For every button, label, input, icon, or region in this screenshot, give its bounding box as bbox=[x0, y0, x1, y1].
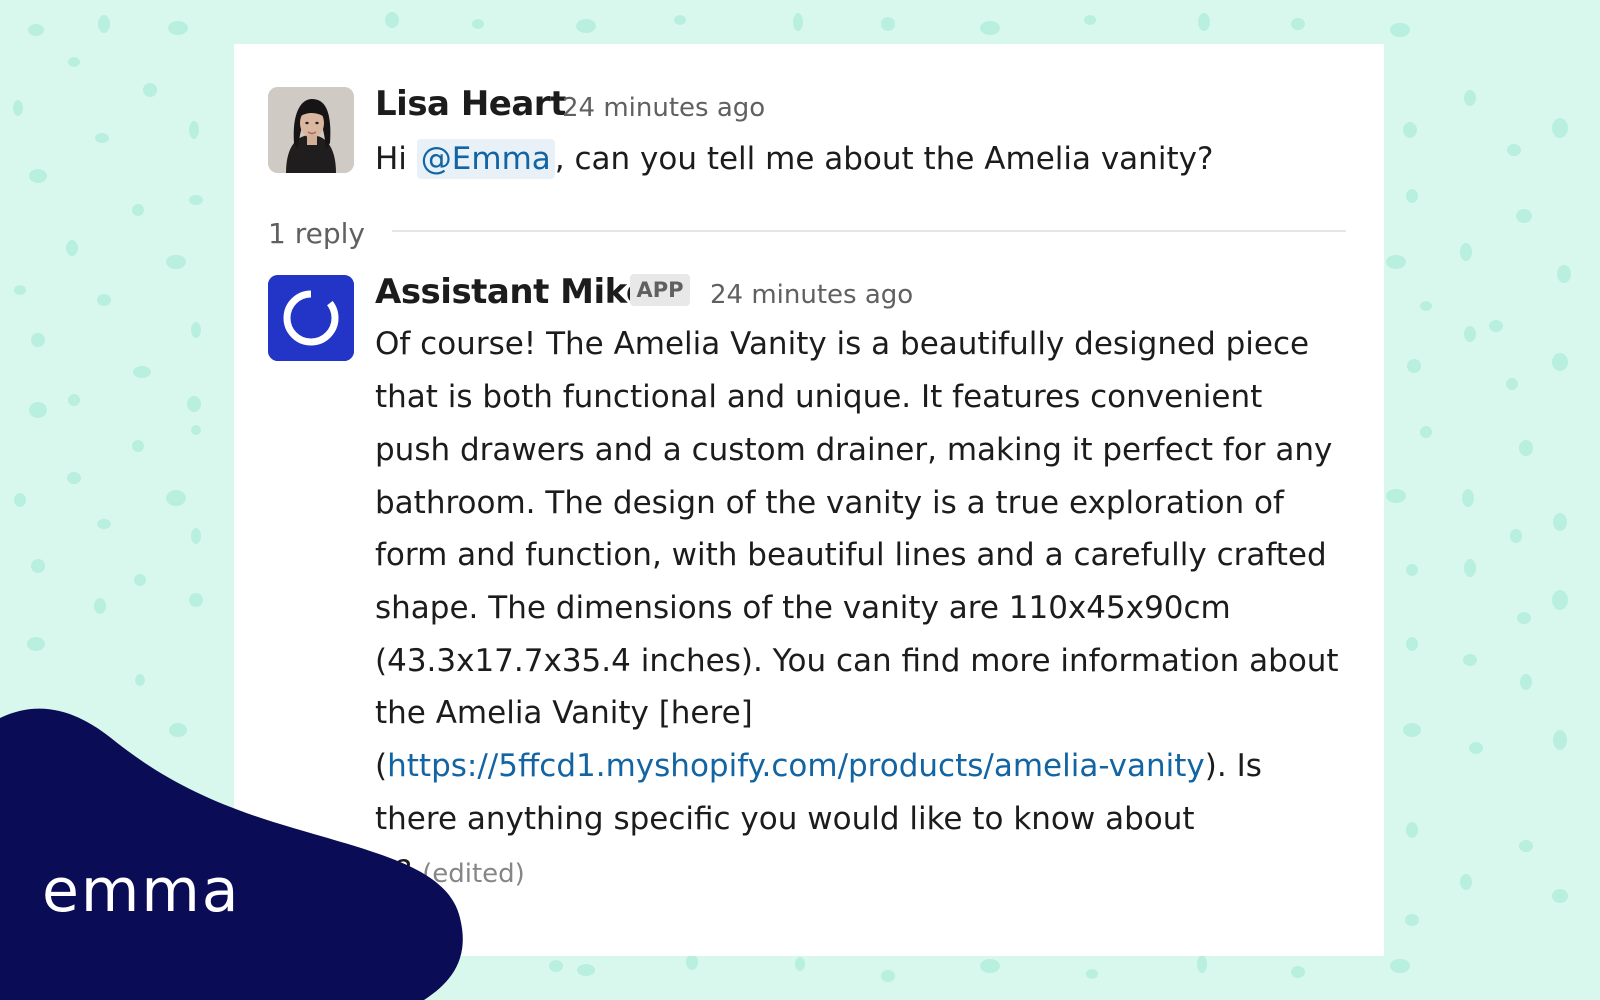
message-timestamp[interactable]: 24 minutes ago bbox=[562, 88, 765, 128]
reply-count[interactable]: 1 reply bbox=[268, 214, 365, 254]
message-line: shape. The dimensions of the vanity are … bbox=[375, 590, 1231, 626]
edited-label: (edited) bbox=[422, 859, 525, 889]
link-open-paren: ( bbox=[375, 748, 388, 784]
message-text-suffix: , can you tell me about the Amelia vanit… bbox=[554, 141, 1214, 177]
message-author-name[interactable]: Assistant Mike bbox=[375, 272, 649, 312]
message-line: form and function, with beautiful lines … bbox=[375, 537, 1327, 573]
user-photo-avatar[interactable] bbox=[268, 87, 354, 173]
message-text: Hi @Emma, can you tell me about the Amel… bbox=[375, 139, 1213, 179]
message-timestamp[interactable]: 24 minutes ago bbox=[710, 275, 913, 315]
message-last-text: it? bbox=[375, 854, 413, 890]
message-link-line: (https://5ffcd1.myshopify.com/products/a… bbox=[375, 746, 1262, 786]
emma-logo: emma bbox=[42, 856, 241, 926]
mention-chip[interactable]: @Emma bbox=[416, 139, 555, 179]
ring-logo-avatar[interactable] bbox=[268, 275, 354, 361]
message-line: Of course! The Amelia Vanity is a beauti… bbox=[375, 326, 1310, 362]
message-line: there anything specific you would like t… bbox=[375, 801, 1195, 837]
product-link[interactable]: https://5ffcd1.myshopify.com/products/am… bbox=[387, 748, 1205, 784]
message-line: bathroom. The design of the vanity is a … bbox=[375, 485, 1284, 521]
reply-divider bbox=[392, 230, 1346, 232]
link-close-text: ). Is bbox=[1204, 748, 1262, 784]
message-line: push drawers and a custom drainer, makin… bbox=[375, 432, 1333, 468]
app-badge: APP bbox=[630, 274, 690, 306]
message-line: that is both functional and unique. It f… bbox=[375, 379, 1263, 415]
message-line: the Amelia Vanity [here] bbox=[375, 695, 753, 731]
message-author-name[interactable]: Lisa Heart bbox=[375, 84, 566, 124]
message-text-prefix: Hi bbox=[375, 141, 417, 177]
message-line: (43.3x17.7x35.4 inches). You can find mo… bbox=[375, 643, 1339, 679]
message-thread-card: Lisa Heart 24 minutes ago Hi @Emma, can … bbox=[234, 44, 1384, 956]
message-last-line: it? (edited) bbox=[375, 852, 525, 894]
